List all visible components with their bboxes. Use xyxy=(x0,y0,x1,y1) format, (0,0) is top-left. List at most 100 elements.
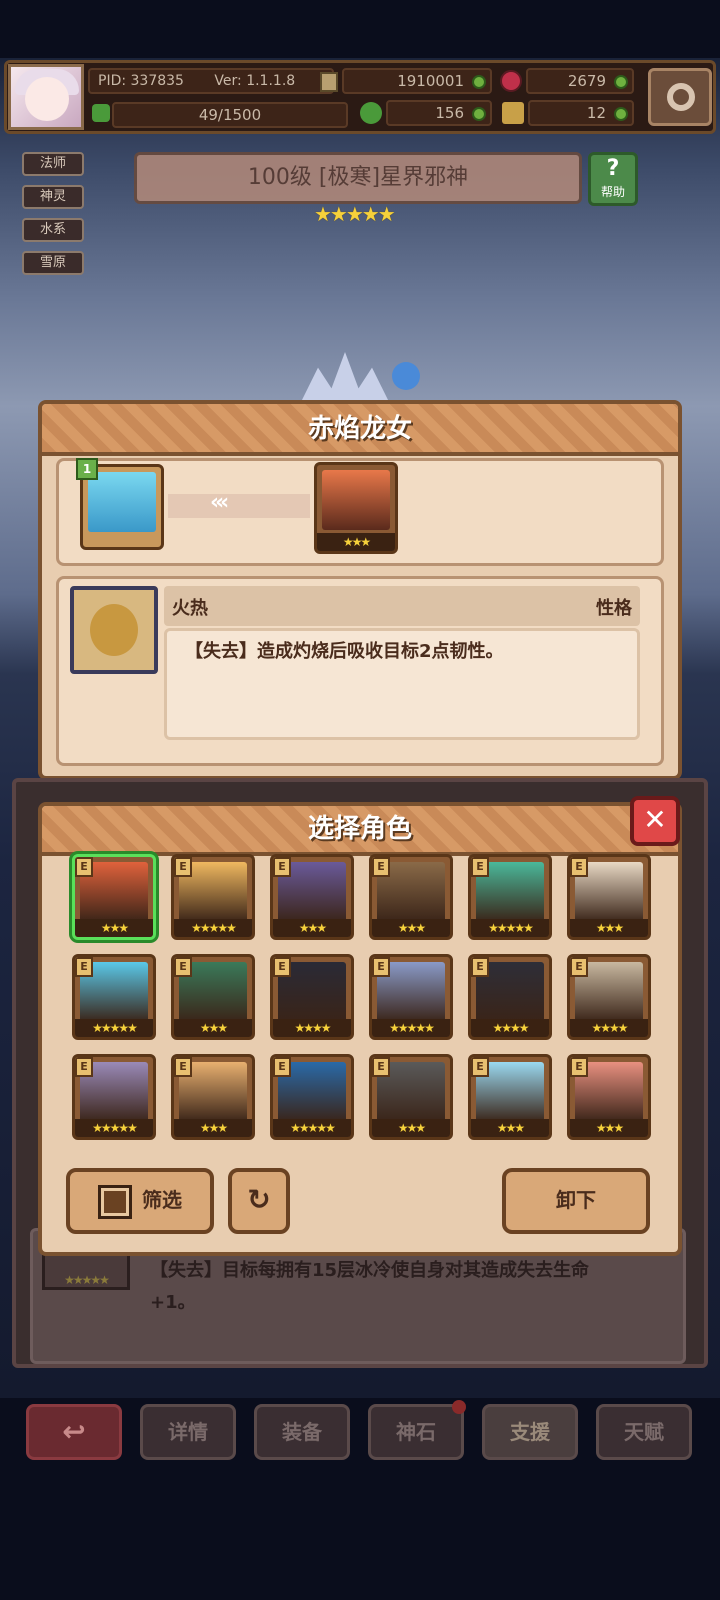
character-card[interactable]: E ★★★★★ xyxy=(369,954,453,1040)
gold-value: 1910001 xyxy=(397,72,464,90)
character-portrait xyxy=(322,470,390,530)
equipped-badge: E xyxy=(174,957,192,977)
tag-snowfield: 雪原 xyxy=(22,251,84,275)
stage-title: 100级 [极寒]星界邪神 xyxy=(134,152,582,204)
character-card[interactable]: E ★★★ xyxy=(270,854,354,940)
refresh-icon: ↻ xyxy=(247,1183,271,1216)
character-stars: ★★★★★ xyxy=(75,1119,153,1137)
support-detail-panel: 赤焰龙女 1 ‹‹‹ ★★★ 火热 性格 【失去】造成灼烧后吸收目标2点韧性。 xyxy=(38,400,682,780)
close-button[interactable]: ✕ xyxy=(630,796,680,846)
target-character-card[interactable]: ★★★ xyxy=(314,462,398,554)
character-stars: ★★★ xyxy=(372,1119,450,1137)
notification-dot xyxy=(452,1400,466,1414)
character-card[interactable]: E ★★★★ xyxy=(270,954,354,1040)
player-avatar[interactable] xyxy=(8,64,84,130)
character-stars: ★★★★★ xyxy=(75,1019,153,1037)
nav-equipment[interactable]: 装备 xyxy=(254,1404,350,1460)
transfer-arrow-track xyxy=(168,494,310,518)
trait-description: 【失去】造成灼烧后吸收目标2点韧性。 xyxy=(164,628,640,740)
support-detail-title: 赤焰龙女 xyxy=(42,404,678,456)
equipped-badge: E xyxy=(75,957,93,977)
equipped-badge: E xyxy=(570,957,588,977)
nav-support[interactable]: 支援 xyxy=(482,1404,578,1460)
character-card[interactable]: E ★★★★ xyxy=(468,954,552,1040)
character-card[interactable]: E ★★★★ xyxy=(567,954,651,1040)
settings-button[interactable] xyxy=(648,68,712,126)
character-card[interactable]: E ★★★★★ xyxy=(72,1054,156,1140)
item-icon xyxy=(502,102,524,124)
target-stars: ★★★ xyxy=(317,533,395,551)
add-item-icon[interactable] xyxy=(614,107,628,121)
tag-water: 水系 xyxy=(22,218,84,242)
refresh-button[interactable]: ↻ xyxy=(228,1168,290,1234)
tag-deity: 神灵 xyxy=(22,185,84,209)
character-stars: ★★★ xyxy=(75,919,153,937)
add-clover-icon[interactable] xyxy=(472,107,486,121)
character-stars: ★★★ xyxy=(570,919,648,937)
help-label: 帮助 xyxy=(600,185,625,199)
character-card[interactable]: E ★★★ xyxy=(468,1054,552,1140)
character-card[interactable]: E ★★★ xyxy=(567,854,651,940)
slot-badge: 1 xyxy=(76,458,98,480)
character-stars: ★★★★ xyxy=(471,1019,549,1037)
unload-label: 卸下 xyxy=(556,1188,596,1212)
help-button[interactable]: ? 帮助 xyxy=(588,152,638,206)
equipped-badge: E xyxy=(570,1057,588,1077)
equipped-badge: E xyxy=(75,1057,93,1077)
trait-name: 火热 xyxy=(172,598,208,619)
character-card[interactable]: E ★★★★★ xyxy=(72,954,156,1040)
stage-stars: ★★★★★ xyxy=(314,202,396,226)
character-stars: ★★★ xyxy=(471,1119,549,1137)
character-card[interactable]: E ★★★ xyxy=(72,854,156,940)
nav-divine-stone[interactable]: 神石 xyxy=(368,1404,464,1460)
unload-button[interactable]: 卸下 xyxy=(502,1168,650,1234)
nav-talent[interactable]: 天赋 xyxy=(596,1404,692,1460)
background-desc-line1: 【失去】目标每拥有15层冰冷使自身对其造成失去生命 xyxy=(150,1260,590,1281)
equipped-badge: E xyxy=(75,857,93,877)
character-portrait xyxy=(88,472,156,532)
character-card[interactable]: E ★★★★★ xyxy=(270,1054,354,1140)
trait-icon-frame xyxy=(70,586,158,674)
gem-icon xyxy=(500,70,522,92)
character-card[interactable]: E ★★★ xyxy=(567,1054,651,1140)
select-character-title: 选择角色 xyxy=(42,806,678,856)
character-stars: ★★★★★ xyxy=(372,1019,450,1037)
character-card[interactable]: E ★★★★★ xyxy=(171,854,255,940)
grid-icon xyxy=(98,1184,132,1219)
equipped-badge: E xyxy=(273,857,291,877)
character-card[interactable]: E ★★★★★ xyxy=(468,854,552,940)
background-desc-line2: +1。 xyxy=(150,1292,196,1313)
exp-value: 49/1500 xyxy=(198,106,262,124)
boss-orb xyxy=(392,362,420,390)
pid-text: PID: 337835 xyxy=(98,73,184,89)
filter-button[interactable]: 筛选 xyxy=(66,1168,214,1234)
background-card-stars: ★★★★★ xyxy=(64,1273,110,1287)
character-card[interactable]: E ★★★ xyxy=(171,1054,255,1140)
character-card[interactable]: E ★★★ xyxy=(171,954,255,1040)
character-card[interactable]: E ★★★ xyxy=(369,1054,453,1140)
character-card[interactable]: E ★★★ xyxy=(369,854,453,940)
character-stars: ★★★ xyxy=(174,1019,252,1037)
pid-bar: PID: 337835 Ver: 1.1.1.8 xyxy=(88,68,334,94)
nav-details[interactable]: 详情 xyxy=(140,1404,236,1460)
equipped-badge: E xyxy=(372,957,390,977)
character-stars: ★★★ xyxy=(372,919,450,937)
exp-icon xyxy=(92,104,110,122)
equipped-badge: E xyxy=(174,1057,192,1077)
clover-value: 156 xyxy=(435,104,464,122)
character-stars: ★★★★★ xyxy=(174,919,252,937)
add-gem-icon[interactable] xyxy=(614,75,628,89)
question-icon: ? xyxy=(606,156,620,181)
clover-icon xyxy=(360,102,382,124)
equipped-badge: E xyxy=(273,957,291,977)
add-gold-icon[interactable] xyxy=(472,75,486,89)
select-character-panel: 选择角色 E ★★★ E ★★★★★ E ★★★ E ★★★ E ★★★★★ E ★★★ E ★★★★★ E… xyxy=(38,802,682,1256)
character-stars: ★★★★ xyxy=(570,1019,648,1037)
trait-type: 性格 xyxy=(596,598,632,619)
coin-icon xyxy=(320,72,338,92)
equipped-badge: E xyxy=(471,957,489,977)
back-button[interactable]: ↩ xyxy=(26,1404,122,1460)
equipped-badge: E xyxy=(174,857,192,877)
exp-bar: 49/1500 xyxy=(112,102,348,128)
back-icon: ↩ xyxy=(62,1415,86,1448)
